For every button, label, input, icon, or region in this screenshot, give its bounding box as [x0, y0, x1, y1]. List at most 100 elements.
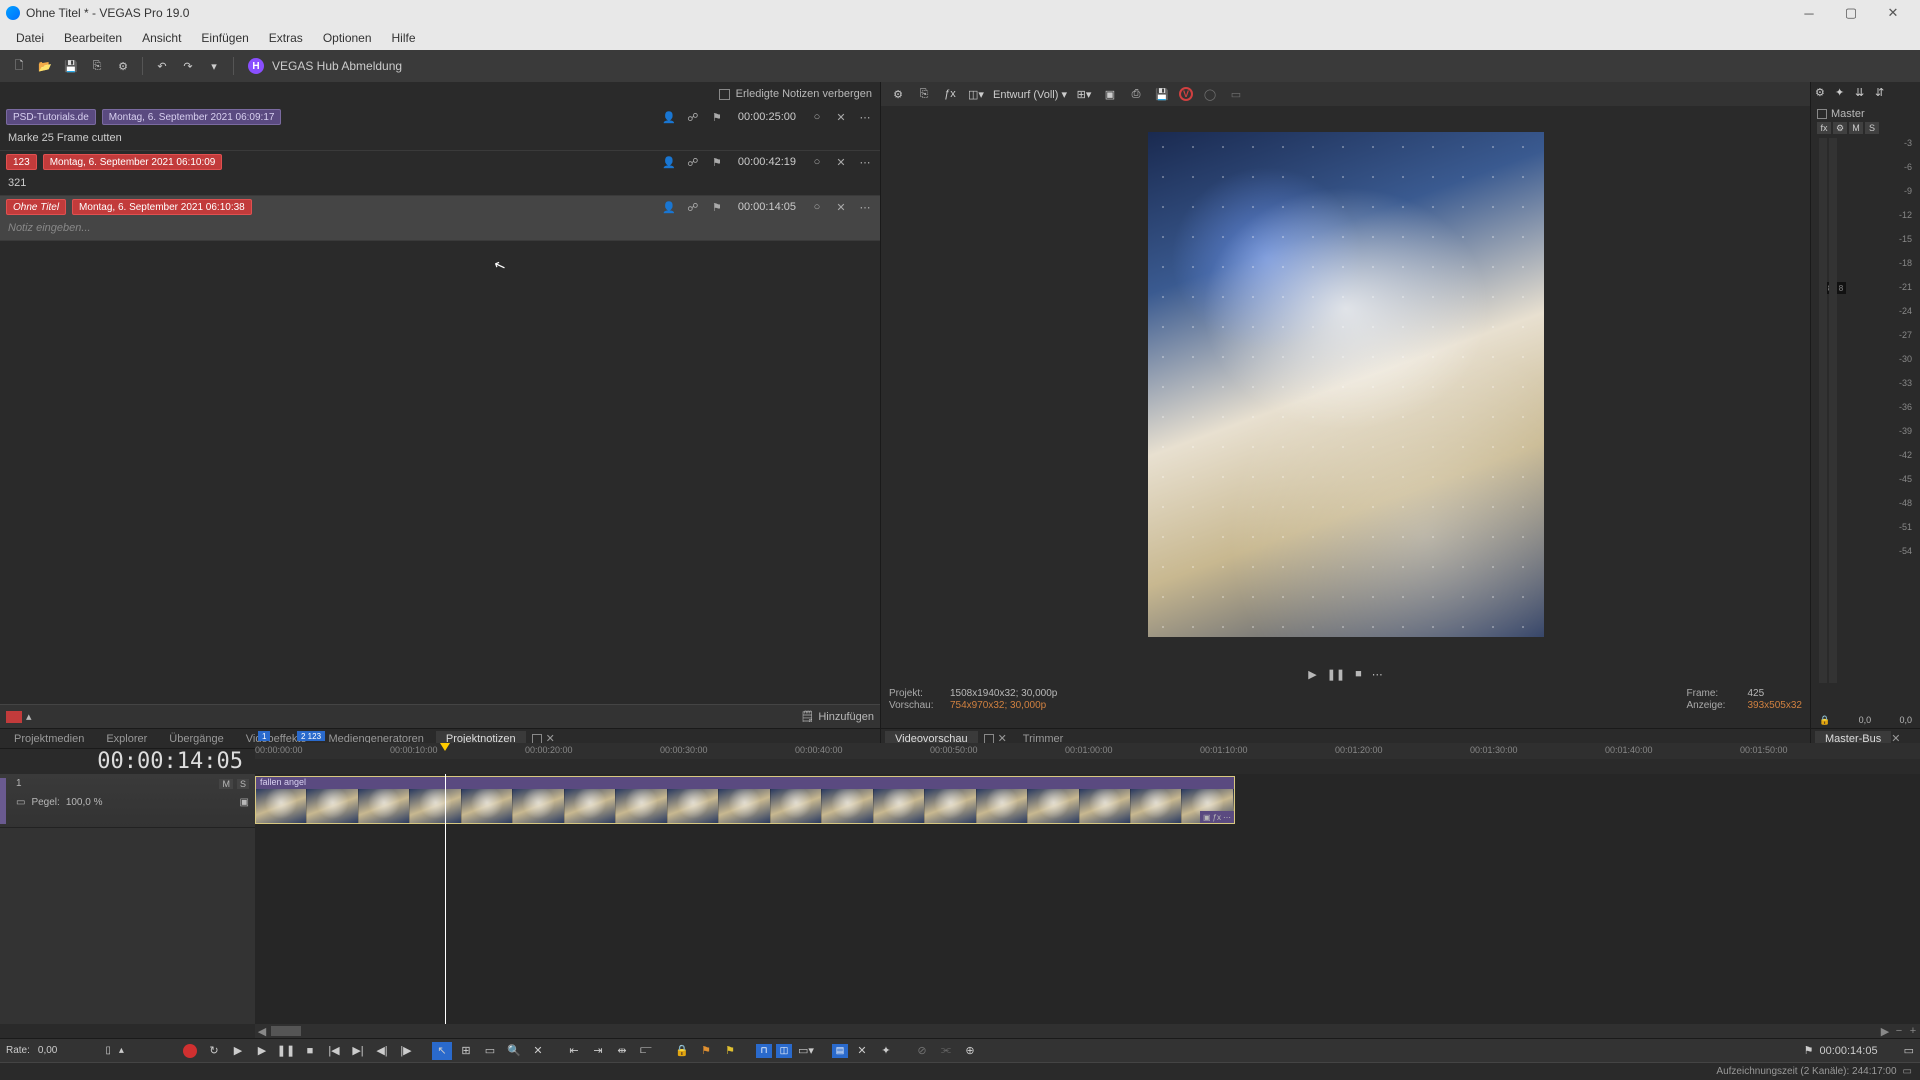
zoom-in-icon[interactable]: + — [1906, 1025, 1920, 1037]
play-button[interactable]: ▶ — [252, 1042, 272, 1060]
hub-badge-icon[interactable]: H — [248, 58, 264, 74]
note-link-icon[interactable]: ☍ — [684, 198, 702, 216]
video-clip[interactable]: fallen angel ▣ ƒx ⋯ — [255, 776, 1235, 824]
note-flag-icon[interactable]: ⚑ — [708, 198, 726, 216]
zoom-out-icon[interactable]: − — [1892, 1025, 1906, 1037]
ignore-group-button[interactable]: ⊘ — [912, 1042, 932, 1060]
note-delete-icon[interactable]: ✕ — [832, 198, 850, 216]
menu-bearbeiten[interactable]: Bearbeiten — [54, 27, 132, 49]
preview-opt2-icon[interactable]: ▭ — [1227, 85, 1245, 103]
snap-button[interactable]: ⫍ — [636, 1042, 656, 1060]
track-content[interactable]: fallen angel ▣ ƒx ⋯ — [255, 774, 1920, 1024]
note-delete-icon[interactable]: ✕ — [832, 153, 850, 171]
timeline-scrollbar[interactable]: ◀ ▶ − + — [255, 1024, 1920, 1038]
preview-play-button[interactable]: ▶ — [1308, 668, 1316, 681]
hub-link[interactable]: VEGAS Hub Abmeldung — [272, 59, 402, 73]
mixer-fx-button[interactable]: fx — [1817, 122, 1831, 134]
preview-grid-icon[interactable]: ⊞▾ — [1075, 85, 1093, 103]
mixer-mute-button[interactable]: M — [1849, 122, 1863, 134]
delete-button[interactable]: ✕ — [528, 1042, 548, 1060]
note-row[interactable]: PSD-Tutorials.de Montag, 6. September 20… — [0, 106, 880, 151]
track-mute-button[interactable]: M — [219, 779, 233, 789]
note-done-checkbox[interactable]: ○ — [808, 108, 826, 126]
trim-start-button[interactable]: ⇤ — [564, 1042, 584, 1060]
clip-more-icon[interactable]: ⋯ — [1223, 813, 1231, 822]
rate-reset-icon[interactable]: ▴ — [119, 1045, 124, 1056]
pause-button[interactable]: ❚❚ — [276, 1042, 296, 1060]
tab-explorer[interactable]: Explorer — [96, 731, 157, 747]
menu-datei[interactable]: Datei — [6, 27, 54, 49]
save-project-button[interactable]: 💾 — [60, 55, 82, 77]
mixer-gear-button[interactable]: ⚙ — [1833, 122, 1847, 134]
preview-stop-button[interactable]: ■ — [1355, 668, 1362, 680]
marker-yellow-button[interactable]: ⚑ — [720, 1042, 740, 1060]
marker-2[interactable]: 2 123 — [297, 731, 325, 741]
preview-split-icon[interactable]: ◫▾ — [967, 85, 985, 103]
lock-icon[interactable]: 🔒 — [1819, 715, 1830, 726]
playhead-line[interactable] — [445, 774, 446, 1024]
undo-dropdown[interactable]: ▾ — [203, 55, 225, 77]
mixer-down-icon[interactable]: ⇊ — [1855, 86, 1871, 102]
mixer-dim-icon[interactable]: ✦ — [1835, 86, 1851, 102]
minimize-button[interactable]: ─ — [1788, 0, 1830, 26]
preview-overlay-icon[interactable]: ▣ — [1101, 85, 1119, 103]
undo-button[interactable]: ↶ — [151, 55, 173, 77]
clip-crop-icon[interactable]: ▣ — [1203, 813, 1211, 822]
preview-fx-icon[interactable]: ƒx — [941, 85, 959, 103]
note-color-picker[interactable]: ▴ — [6, 710, 32, 723]
rate-up-icon[interactable]: ▯ — [105, 1045, 111, 1056]
preview-settings-icon[interactable]: ⚙ — [889, 85, 907, 103]
envelope-tool[interactable]: ▭ — [480, 1042, 500, 1060]
mixer-sliders-icon[interactable]: ⇵ — [1875, 86, 1891, 102]
menu-hilfe[interactable]: Hilfe — [382, 27, 426, 49]
zoom-tool[interactable]: 🔍 — [504, 1042, 524, 1060]
auto-ripple-button[interactable]: ▤ — [832, 1044, 848, 1058]
timeline-timecode[interactable]: 00:00:14:05 — [0, 749, 255, 774]
mixer-output-checkbox[interactable] — [1817, 109, 1827, 119]
mixer-settings-icon[interactable]: ⚙ — [1815, 86, 1831, 102]
tab-uebergaenge[interactable]: Übergänge — [159, 731, 233, 747]
menu-extras[interactable]: Extras — [259, 27, 313, 49]
scroll-right-icon[interactable]: ▶ — [1878, 1025, 1892, 1038]
add-note-icon[interactable]: 🗒 Hinzufügen — [800, 710, 874, 723]
link-button[interactable]: ⫘ — [936, 1042, 956, 1060]
selection-tool[interactable]: ⊞ — [456, 1042, 476, 1060]
auto-fade-button[interactable]: ✦ — [876, 1042, 896, 1060]
markers-strip[interactable]: 1 2 123 — [255, 731, 1920, 743]
note-user-icon[interactable]: 👤 — [660, 198, 678, 216]
maximize-button[interactable]: ▢ — [1830, 0, 1872, 26]
snap-mode-1[interactable]: ⊓ — [756, 1044, 772, 1058]
preview-external-icon[interactable]: ⎘ — [915, 85, 933, 103]
new-project-button[interactable]: 🗋 — [8, 55, 30, 77]
go-end-button[interactable]: ▶| — [348, 1042, 368, 1060]
mixer-solo-button[interactable]: S — [1865, 122, 1879, 134]
clip-tools[interactable]: ▣ ƒx ⋯ — [1200, 811, 1234, 823]
scrollbar-thumb[interactable] — [271, 1026, 301, 1036]
note-flag-icon[interactable]: ⚑ — [708, 108, 726, 126]
note-body[interactable]: Marke 25 Frame cutten — [0, 128, 880, 150]
clip-fx-icon[interactable]: ƒx — [1213, 813, 1221, 822]
ripple-dropdown[interactable]: ▭▾ — [796, 1042, 816, 1060]
preview-record-icon[interactable]: V — [1179, 87, 1193, 101]
go-start-button[interactable]: |◀ — [324, 1042, 344, 1060]
note-more-icon[interactable]: ⋯ — [856, 153, 874, 171]
playhead-icon[interactable] — [440, 743, 450, 751]
tab-projektmedien[interactable]: Projektmedien — [4, 731, 94, 747]
record-button[interactable] — [180, 1042, 200, 1060]
preview-opt1-icon[interactable]: ◯ — [1201, 85, 1219, 103]
timeline-ruler[interactable]: 00:00:00:00 00:00:10:00 00:00:20:00 00:0… — [255, 743, 1920, 759]
preview-copy-icon[interactable]: ⎙ — [1127, 85, 1145, 103]
note-more-icon[interactable]: ⋯ — [856, 108, 874, 126]
note-done-checkbox[interactable]: ○ — [808, 198, 826, 216]
marker-1[interactable]: 1 — [258, 731, 270, 741]
track-fx-icon[interactable]: ▣ — [240, 797, 249, 808]
transport-timecode[interactable]: 00:00:14:05 — [1819, 1045, 1877, 1057]
next-frame-button[interactable]: |▶ — [396, 1042, 416, 1060]
redo-button[interactable]: ↷ — [177, 55, 199, 77]
track-header-1[interactable]: 1 M S ▭ Pegel: 100,0 % ▣ — [0, 774, 255, 828]
properties-button[interactable]: ⚙ — [112, 55, 134, 77]
note-link-icon[interactable]: ☍ — [684, 153, 702, 171]
note-done-checkbox[interactable]: ○ — [808, 153, 826, 171]
menu-optionen[interactable]: Optionen — [313, 27, 382, 49]
note-row[interactable]: 123 Montag, 6. September 2021 06:10:09 👤… — [0, 151, 880, 196]
